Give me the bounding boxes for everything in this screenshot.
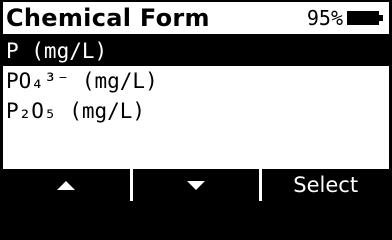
softkey-bar: Select <box>3 169 389 201</box>
option-p2o5[interactable]: P₂O₅ (mg/L) <box>3 96 389 126</box>
option-p[interactable]: P (mg/L) <box>3 36 389 66</box>
select-softkey[interactable]: Select <box>262 169 389 201</box>
header-bar: Chemical Form 95% <box>3 2 389 36</box>
up-arrow-icon <box>57 180 76 190</box>
battery-percent: 95% <box>306 6 343 30</box>
option-po4[interactable]: PO₄³⁻ (mg/L) <box>3 66 389 96</box>
battery-status: 95% <box>307 6 383 30</box>
lcd-display: Chemical Form 95% P (mg/L) PO₄³⁻ (mg/L) … <box>3 2 389 201</box>
screen-title: Chemical Form <box>6 4 210 32</box>
device-screen: Chemical Form 95% P (mg/L) PO₄³⁻ (mg/L) … <box>0 0 392 204</box>
battery-icon <box>347 11 383 25</box>
down-softkey[interactable] <box>132 169 260 201</box>
down-arrow-icon <box>187 180 205 190</box>
chemical-form-list: P (mg/L) PO₄³⁻ (mg/L) P₂O₅ (mg/L) <box>3 36 389 126</box>
up-softkey[interactable] <box>3 169 130 201</box>
